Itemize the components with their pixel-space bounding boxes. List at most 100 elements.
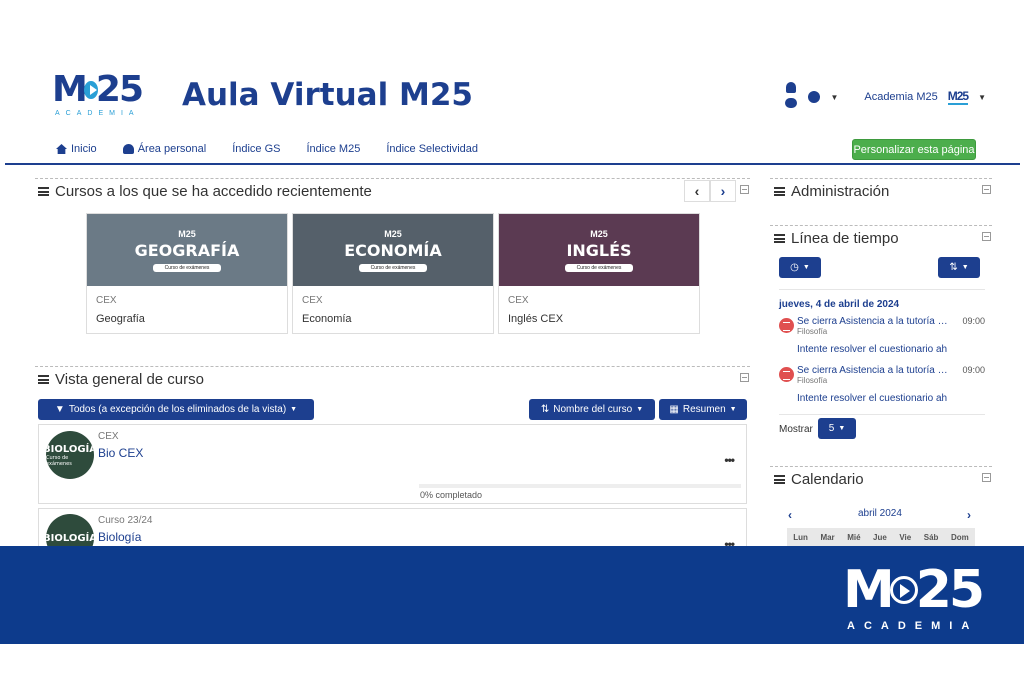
course-category: CEX — [96, 295, 117, 306]
view-dropdown[interactable]: ▦ Resumen ▼ — [659, 399, 747, 420]
nav-item-indice-m25[interactable]: Índice M25 — [307, 143, 361, 155]
event-title[interactable]: Se cierra Asistencia a la tutoría … — [797, 365, 957, 376]
chevron-down-icon: ▼ — [802, 264, 810, 271]
divider — [779, 289, 985, 290]
course-category: CEX — [302, 295, 323, 306]
filter-dropdown[interactable]: ▼ Todos (a excepción de los eliminados d… — [38, 399, 314, 420]
collapse-block-icon[interactable] — [982, 232, 991, 241]
course-name[interactable]: Inglés CEX — [508, 313, 699, 325]
timeline-date: jueves, 4 de abril de 2024 — [779, 299, 900, 310]
sort-label: Nombre del curso — [553, 404, 633, 415]
event-title[interactable]: Se cierra Asistencia a la tutoría … — [797, 316, 957, 327]
course-image-badge: Curso de exámenes — [358, 263, 428, 272]
course-overview-title: Vista general de curso — [55, 371, 204, 388]
recent-course-card[interactable]: M25 INGLÉS Curso de exámenes CEX Inglés … — [498, 213, 700, 334]
calendar-prev-button[interactable]: ‹ — [788, 508, 792, 522]
collapse-block-icon[interactable] — [740, 185, 749, 194]
language-caret-icon[interactable]: ▼ — [830, 93, 838, 102]
course-actions-menu[interactable]: ••• — [724, 453, 735, 467]
calendar-block-header: Calendario — [774, 471, 864, 488]
filter-icon: ▼ — [54, 404, 65, 415]
course-list-item[interactable]: BIOLOGÍA Curso de exámenes CEX Bio CEX •… — [38, 424, 747, 504]
calendar-title: Calendario — [791, 471, 864, 488]
course-image-logo: M25 — [590, 228, 608, 239]
course-category: CEX — [98, 431, 119, 442]
nav-item-area-personal[interactable]: Área personal — [122, 143, 206, 155]
timeline-sort-button[interactable]: ⇅ ▼ — [938, 257, 980, 278]
event-action-link[interactable]: Intente resolver el cuestionario ah — [797, 344, 947, 355]
nav-item-inicio[interactable]: Inicio — [56, 143, 97, 155]
collapse-block-icon[interactable] — [982, 473, 991, 482]
sort-icon: ⇅ — [540, 404, 550, 415]
collapse-block-icon[interactable] — [982, 185, 991, 194]
weekday: Mar — [820, 532, 835, 542]
course-image-badge: Curso de exámenes — [152, 263, 222, 272]
event-time: 09:00 — [962, 365, 985, 375]
logo-mark: M 25 — [52, 69, 144, 110]
footer-logo-subtitle: ACADEMIA — [847, 620, 979, 632]
divider — [35, 178, 750, 179]
course-avatar: BIOLOGÍA Curso de exámenes — [46, 431, 94, 479]
menu-icon — [774, 475, 785, 484]
divider — [779, 414, 985, 415]
nav-divider — [5, 163, 1020, 165]
chevron-down-icon: ▼ — [838, 425, 846, 432]
weekday: Dom — [950, 532, 969, 542]
chevron-down-icon: ▼ — [290, 406, 298, 413]
course-image: M25 INGLÉS Curso de exámenes — [499, 214, 699, 286]
language-globe-icon[interactable] — [808, 91, 821, 103]
course-image-logo: M25 — [178, 228, 196, 239]
play-icon — [83, 81, 98, 99]
chevron-down-icon: ▼ — [961, 264, 969, 271]
user-name[interactable]: Academia M25 — [864, 91, 937, 103]
avatar-subtitle: Curso de exámenes — [46, 454, 72, 467]
quiz-icon — [779, 367, 794, 382]
divider — [770, 225, 992, 226]
course-name[interactable]: Geografía — [96, 313, 287, 325]
chevron-down-icon: ▼ — [636, 406, 644, 413]
collapse-block-icon[interactable] — [740, 373, 749, 382]
play-icon — [889, 576, 918, 604]
dashboard-icon — [122, 144, 134, 154]
show-count-value: 5 — [828, 423, 835, 434]
user-menu-caret-icon[interactable]: ▼ — [978, 93, 986, 102]
previous-button[interactable]: ‹ — [684, 180, 710, 202]
recent-course-card[interactable]: M25 ECONOMÍA Curso de exámenes CEX Econo… — [292, 213, 494, 334]
nav-item-indice-gs[interactable]: Índice GS — [232, 143, 280, 155]
course-image-badge: Curso de exámenes — [564, 263, 634, 272]
course-name[interactable]: Biología — [98, 530, 141, 544]
recent-courses-header: Cursos a los que se ha accedido reciente… — [38, 183, 372, 200]
quiz-icon — [779, 318, 794, 333]
recent-courses-pager: ‹ › — [684, 180, 736, 202]
event-action-link[interactable]: Intente resolver el cuestionario ah — [797, 393, 947, 404]
recent-course-card[interactable]: M25 GEOGRAFÍA Curso de exámenes CEX Geog… — [86, 213, 288, 334]
avatar-title: BIOLOGÍA — [46, 532, 94, 544]
course-image: M25 GEOGRAFÍA Curso de exámenes — [87, 214, 287, 286]
user-menu-area: ▼ Academia M25 M25 ▼ — [784, 82, 986, 112]
customize-page-button[interactable]: Personalizar esta página — [852, 139, 976, 160]
course-image-title: ECONOMÍA — [344, 240, 442, 260]
view-label: Resumen — [682, 404, 726, 415]
course-image-logo: M25 — [384, 228, 402, 239]
nav-item-indice-selectividad[interactable]: Índice Selectividad — [386, 143, 478, 155]
notifications-messages-icon[interactable] — [784, 82, 798, 112]
next-button[interactable]: › — [710, 180, 736, 202]
clock-icon: ◷ — [790, 262, 799, 273]
main-nav: Inicio Área personal Índice GS Índice M2… — [56, 143, 478, 155]
progress-bar — [419, 484, 741, 488]
course-name[interactable]: Bio CEX — [98, 446, 143, 460]
calendar-month: abril 2024 — [858, 508, 902, 519]
sort-dropdown[interactable]: ⇅ Nombre del curso ▼ — [529, 399, 655, 420]
timeline-filter-button[interactable]: ◷ ▼ — [779, 257, 821, 278]
course-name[interactable]: Economía — [302, 313, 493, 325]
event-subject: Filosofía — [797, 327, 828, 336]
user-avatar[interactable]: M25 — [947, 89, 969, 105]
menu-icon — [774, 234, 785, 243]
course-overview-header: Vista general de curso — [38, 371, 204, 388]
course-category: Curso 23/24 — [98, 515, 153, 526]
footer-logo: M 25 ACADEMIA — [843, 562, 985, 632]
site-logo[interactable]: M 25 ACADEMIA — [52, 69, 144, 118]
show-count-dropdown[interactable]: 5 ▼ — [818, 418, 856, 439]
calendar-next-button[interactable]: › — [967, 508, 971, 522]
event-subject: Filosofía — [797, 376, 828, 385]
